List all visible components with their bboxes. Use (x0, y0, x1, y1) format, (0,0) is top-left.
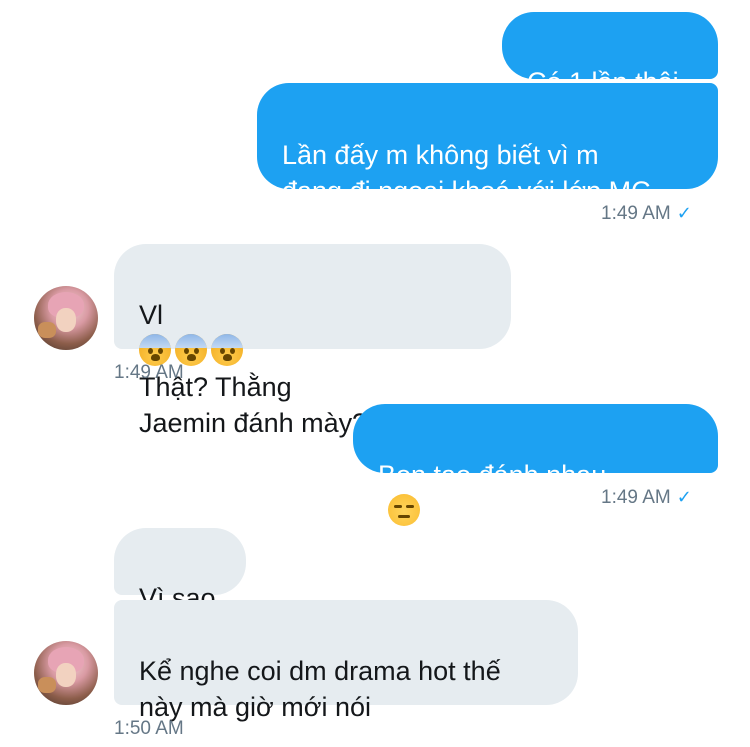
message-timestamp: 1:49 AM ✓ (601, 203, 692, 224)
avatar[interactable] (34, 641, 98, 705)
message-text: Kể nghe coi dm drama hot thế này mà giờ … (139, 656, 501, 722)
sent-checkmark-icon: ✓ (676, 487, 692, 507)
expressionless-face-icon (388, 494, 420, 526)
sent-checkmark-icon: ✓ (676, 203, 692, 223)
message-timestamp: 1:49 AM (114, 362, 184, 383)
outgoing-message[interactable]: Lần đấy m không biết vì m đang đi ngoại … (257, 83, 718, 206)
avatar[interactable] (34, 286, 98, 350)
message-timestamp: 1:49 AM ✓ (601, 487, 692, 508)
incoming-message[interactable]: Vì sao (114, 528, 246, 613)
message-text: Bọn tao đánh nhau (378, 460, 607, 490)
message-timestamp: 1:50 AM (114, 718, 184, 739)
message-text: Lần đấy m không biết vì m đang đi ngoại … (282, 140, 651, 206)
incoming-message[interactable]: Vl Thật? Thằng Jaemin đánh mày? (114, 244, 511, 438)
outgoing-message[interactable]: Có 1 lần thôi (502, 12, 718, 97)
outgoing-message[interactable]: Bọn tao đánh nhau (353, 404, 718, 526)
message-text-prefix: Vl (139, 300, 164, 330)
fearful-face-icon (211, 334, 243, 366)
incoming-message[interactable]: Kể nghe coi dm drama hot thế này mà giờ … (114, 600, 578, 722)
